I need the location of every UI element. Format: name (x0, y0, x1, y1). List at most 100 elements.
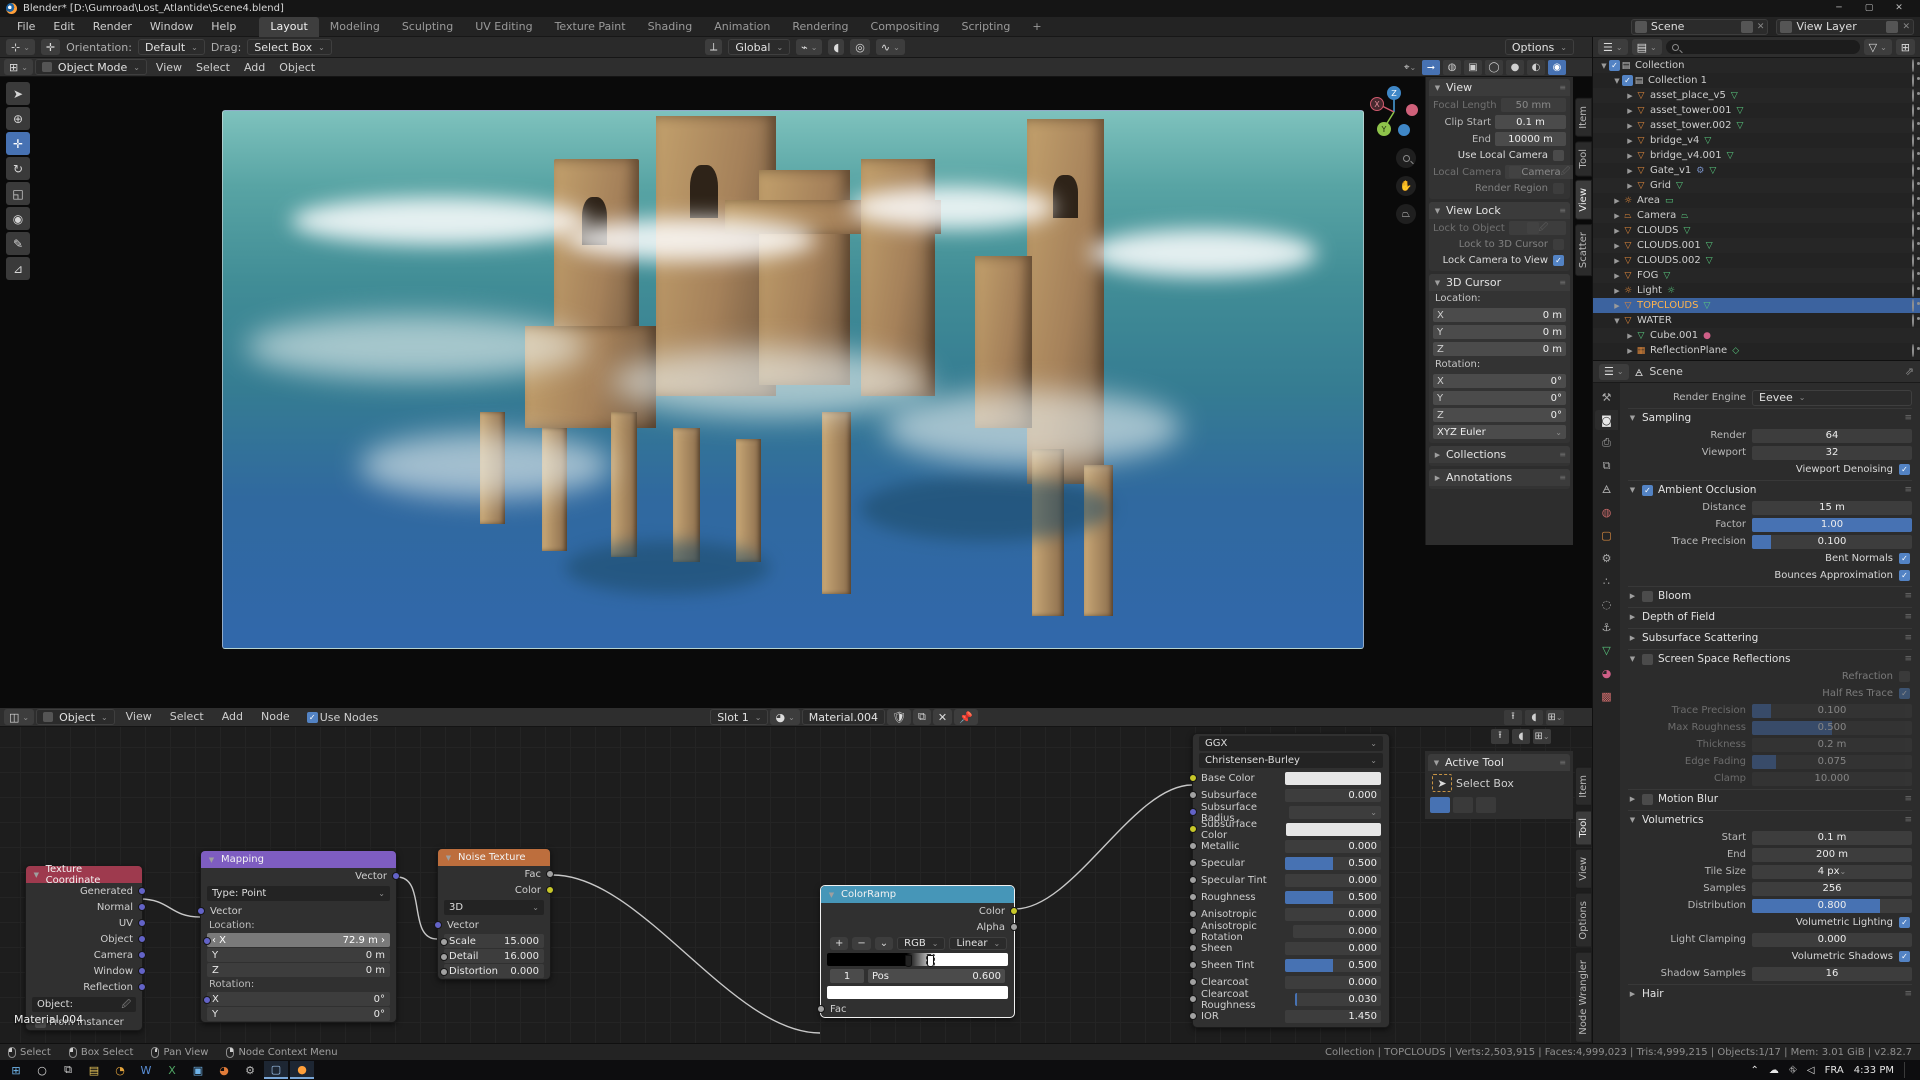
ramp-gradient[interactable] (827, 953, 1008, 966)
principled-bsdf-node[interactable]: GGX⌄Christensen-Burley⌄Base ColorSubsurf… (1192, 733, 1390, 1028)
grid-dropdown-icon[interactable]: ⊞⌄ (1533, 729, 1551, 744)
socket-out-color[interactable] (546, 886, 554, 894)
socket-out-normal[interactable] (138, 903, 146, 911)
socket-in-sheen-tint[interactable] (1189, 961, 1197, 969)
node-header[interactable]: ▼ColorRamp (821, 886, 1014, 903)
outliner-row-gate-v1[interactable]: ▶▽Gate_v1⚙▽ (1593, 163, 1920, 178)
side-tab-tool[interactable]: Tool (1575, 810, 1592, 845)
properties-editor-icon[interactable]: ☰⌄ (1599, 364, 1629, 380)
bsdf-slider[interactable]: 0.500 (1285, 857, 1381, 870)
select-box-tool-icon[interactable]: ➤ (1432, 774, 1452, 792)
workspace-tab-uv-editing[interactable]: UV Editing (464, 17, 543, 37)
prop-field[interactable]: 16 (1752, 967, 1912, 981)
select-new-icon[interactable] (1430, 797, 1450, 813)
socket-in-clearcoat[interactable] (1189, 978, 1197, 986)
transform-space-dropdown[interactable]: Global⌄ (728, 39, 790, 55)
expander-icon[interactable]: ▶ (1625, 137, 1635, 145)
object-selector[interactable]: Object:🖉 (32, 997, 136, 1012)
hide-toggle[interactable] (1912, 285, 1914, 296)
side-tab-item[interactable]: Item (1575, 767, 1592, 806)
noise-distortion[interactable]: Distortion0.000 (444, 964, 544, 978)
checkbox[interactable]: ✓ (1899, 951, 1910, 962)
eyedropper-icon[interactable]: 🖉 (121, 997, 131, 1013)
properties-tab-particles[interactable]: ∴ (1595, 571, 1618, 591)
shading-rendered-icon[interactable]: ◉ (1548, 60, 1566, 75)
socket-in-fac[interactable] (817, 1005, 825, 1013)
workspace-tab-shading[interactable]: Shading (637, 17, 704, 37)
taskbar-blender-icon[interactable]: ● (290, 1061, 314, 1079)
prop-field[interactable]: 10.000 (1752, 772, 1912, 786)
clock[interactable]: 4:33 PM (1854, 1065, 1894, 1076)
stop-position-field[interactable]: Pos0.600 (868, 969, 1005, 983)
minimize-button[interactable]: ─ (1824, 0, 1854, 17)
hide-toggle[interactable] (1912, 300, 1914, 311)
taskbar-start-icon[interactable]: ⊞ (4, 1061, 28, 1079)
node-header[interactable]: ▼Mapping (201, 851, 396, 868)
zoom-icon[interactable] (1396, 148, 1416, 168)
socket-out-camera[interactable] (138, 951, 146, 959)
shader-type-dropdown[interactable]: Object⌄ (36, 709, 115, 725)
hide-toggle[interactable] (1912, 75, 1914, 86)
socket-out-color[interactable] (1010, 907, 1018, 915)
expander-icon[interactable]: ▼ (1599, 62, 1609, 70)
filter-icon[interactable]: ▽⌄ (1864, 39, 1892, 55)
socket-in-roughness[interactable] (1189, 893, 1197, 901)
rotation-order-dropdown[interactable]: XYZ Euler⌄ (1433, 425, 1566, 439)
taskbar-window-app-icon[interactable]: ▢ (264, 1061, 288, 1079)
value-field[interactable]: 10000 m (1495, 132, 1566, 146)
prop-field[interactable]: 0.100 (1752, 704, 1912, 718)
taskbar-file-explorer-icon[interactable]: ▤ (82, 1061, 106, 1079)
vp-menu-select[interactable]: Select (189, 61, 237, 74)
socket-in-rotation[interactable] (203, 996, 211, 1004)
view-layer-selector[interactable]: View Layer ✕ (1776, 19, 1914, 35)
hide-toggle[interactable] (1912, 60, 1914, 71)
taskbar-settings-icon[interactable]: ⚙ (238, 1061, 262, 1079)
socket-out-reflection[interactable] (138, 983, 146, 991)
dimensions-dropdown[interactable]: 3D⌄ (444, 900, 544, 915)
vector-dropdown[interactable]: ⌄ (1289, 806, 1381, 819)
outliner-row-fog[interactable]: ▶▽FOG▽ (1593, 268, 1920, 283)
socket-out-fac[interactable] (546, 870, 554, 878)
object-field[interactable]: Camera🖉 (1505, 165, 1573, 179)
value-field[interactable]: 0.1 m (1495, 115, 1566, 129)
properties-tab-world[interactable]: ◍ (1595, 502, 1618, 522)
section-sampling[interactable]: ▼Sampling≡ (1628, 408, 1912, 427)
outliner-row-collection-1[interactable]: ▼✓▤Collection 1 (1593, 73, 1920, 88)
axis-minus-x-ball[interactable] (1406, 104, 1418, 116)
expander-icon[interactable]: ▶ (1625, 167, 1635, 175)
expander-icon[interactable]: ▼ (1612, 317, 1622, 325)
socket-in-specular[interactable] (1189, 859, 1197, 867)
prop-field[interactable]: 64 (1752, 429, 1912, 443)
prop-field[interactable]: 1.00 (1752, 518, 1912, 532)
shader-editor[interactable]: ◫⌄ Object⌄ ViewSelectAddNode ✓ Use Nodes… (0, 708, 1592, 1043)
hide-toggle[interactable] (1912, 180, 1914, 191)
properties-tab-material[interactable]: ◕ (1595, 663, 1618, 683)
close-button[interactable]: ✕ (1884, 0, 1914, 17)
eyedropper-icon[interactable]: 🖉 (1539, 220, 1549, 236)
side-tab-scatter[interactable]: Scatter (1575, 224, 1592, 276)
color-mode-dropdown[interactable]: RGB⌄ (897, 937, 945, 950)
panel-header-view[interactable]: ▼View≡ (1429, 79, 1570, 96)
checkbox[interactable] (1553, 239, 1564, 250)
camera-view[interactable] (222, 110, 1364, 649)
fake-user-icon[interactable]: 🛡 (887, 709, 911, 725)
axis-z-ball[interactable]: Z (1387, 86, 1401, 100)
taskbar-firefox-icon[interactable]: ◕ (212, 1061, 236, 1079)
socket-in-metallic[interactable] (1189, 842, 1197, 850)
section-bloom[interactable]: ▶Bloom≡ (1628, 586, 1912, 605)
socket-in-subsurface-radius[interactable] (1189, 808, 1197, 816)
ramp-stop-black[interactable] (905, 955, 912, 967)
socket-out-uv[interactable] (138, 919, 146, 927)
rotate-tool-icon[interactable]: ↻ (6, 157, 30, 180)
hide-toggle[interactable] (1912, 225, 1914, 236)
hide-toggle[interactable] (1912, 120, 1914, 131)
noise-texture-node[interactable]: ▼Noise TextureFacColor3D⌄VectorScale15.0… (437, 848, 551, 980)
hide-toggle[interactable] (1912, 135, 1914, 146)
axis-y-ball[interactable]: Y (1377, 122, 1391, 136)
properties-tab-view-layer[interactable]: ⧉ (1595, 456, 1618, 476)
bsdf-slider[interactable]: 0.000 (1285, 908, 1381, 921)
menu-render[interactable]: Render (84, 20, 141, 33)
snapping-magnet-icon[interactable]: ◖ (1525, 710, 1543, 725)
axis-x-ball[interactable]: X (1370, 97, 1384, 111)
ne-menu-node[interactable]: Node (252, 710, 299, 723)
